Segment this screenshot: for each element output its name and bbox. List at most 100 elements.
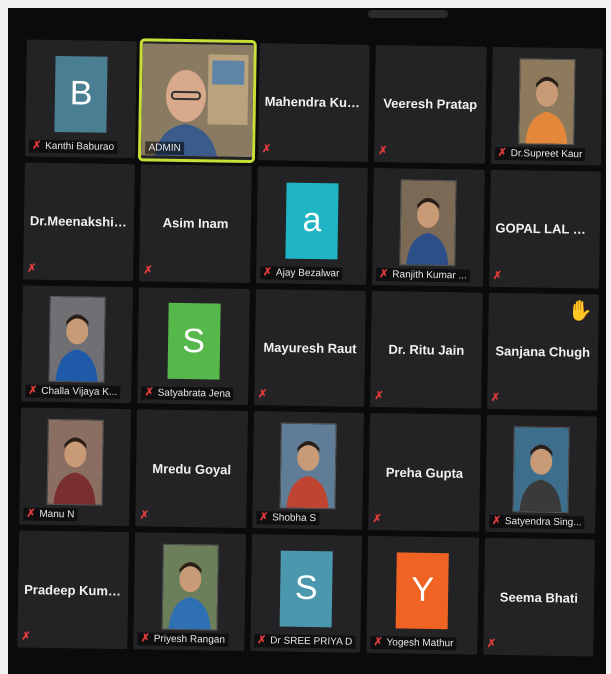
participant-tile[interactable]: Veeresh Pratap ✗	[374, 44, 487, 164]
participant-tile[interactable]: Pradeep Kumar... ✗	[17, 530, 130, 650]
participant-tile[interactable]: ✗ Ranjith Kumar ...	[372, 167, 485, 287]
mic-muted-icon: ✗	[262, 265, 273, 278]
participant-name: Dr.Meenakshi M...	[29, 213, 135, 230]
participant-name: Veeresh Pratap	[383, 96, 478, 113]
participant-name: Mahendra Kum...	[264, 94, 370, 111]
mic-muted-icon: ✗	[140, 632, 151, 645]
mic-muted-icon: ✗	[144, 386, 154, 399]
mic-muted-icon: ✗	[32, 139, 42, 152]
mic-muted-icon: ✗	[26, 507, 36, 520]
profile-photo	[518, 57, 576, 145]
participant-name: Mredu Goyal	[152, 460, 232, 478]
mic-muted-icon: ✗	[259, 511, 269, 524]
profile-photo	[161, 543, 219, 631]
participant-tile[interactable]: B ✗ Kanthi Baburao	[24, 39, 138, 159]
participant-gallery: B ✗ Kanthi Baburao ADMIN Mahendra Kum... ✗ Vee…	[17, 38, 603, 657]
mic-muted-icon: ✗	[490, 392, 501, 405]
profile-photo	[48, 296, 106, 384]
name-label: ✗ Satyabrata Jena	[141, 386, 234, 402]
participant-tile[interactable]: a ✗ Ajay Bezalwar	[255, 165, 369, 285]
participant-tile[interactable]: Sanjana Chugh ✗ ✋	[486, 292, 599, 411]
participant-tile[interactable]: Mahendra Kum... ✗	[257, 43, 370, 162]
mic-muted-icon: ✗	[492, 269, 503, 282]
participant-tile[interactable]: ✗ Satyendra Sing...	[484, 415, 597, 534]
participant-tile[interactable]: Dr. Ritu Jain ✗	[370, 290, 483, 410]
mic-muted-icon: ✗	[497, 146, 507, 159]
camera-notch	[368, 10, 448, 18]
participant-name: Preha Gupta	[385, 464, 464, 481]
participant-tile[interactable]: Mredu Goyal ✗	[135, 409, 248, 529]
name-label: ✗ Satyendra Sing...	[488, 515, 585, 530]
participant-name: GOPAL LAL VYAS	[495, 220, 601, 238]
name-label: ✗ Challa Vijaya K...	[25, 384, 121, 400]
participant-tile[interactable]: Dr.Meenakshi M... ✗	[23, 162, 136, 281]
mic-muted-icon: ✗	[373, 636, 383, 649]
avatar-initial: a	[285, 182, 339, 259]
mic-muted-icon: ✗	[379, 267, 389, 280]
mic-muted-icon: ✗	[491, 515, 502, 528]
mic-muted-icon: ✗	[257, 388, 268, 401]
name-label: ✗ Shobha S	[256, 511, 320, 526]
participant-tile[interactable]: Y ✗ Yogesh Mathur	[366, 536, 479, 655]
name-label: ✗ Manu N	[23, 507, 78, 522]
mic-muted-icon: ✗	[378, 144, 388, 157]
raised-hand-icon: ✋	[567, 299, 593, 323]
name-label: ✗ Priyesh Rangan	[137, 632, 229, 647]
participant-name: Ajay Bezalwar	[275, 267, 340, 280]
participant-name: Pradeep Kumar...	[24, 581, 129, 599]
mic-muted-icon: ✗	[372, 513, 382, 526]
participant-tile[interactable]: GOPAL LAL VYAS ✗	[488, 169, 601, 289]
participant-name: Dr. Ritu Jain	[388, 341, 465, 358]
participant-name: Satyabrata Jena	[157, 388, 231, 401]
meeting-screen: B ✗ Kanthi Baburao ADMIN Mahendra Kum... ✗ Vee…	[8, 8, 606, 674]
participant-name: Seema Bhati	[499, 589, 579, 606]
participant-tile[interactable]: ✗ Priyesh Rangan	[133, 532, 246, 652]
name-label: ✗ Ranjith Kumar ...	[376, 267, 470, 283]
mic-muted-icon: ✗	[139, 509, 150, 522]
participant-tile[interactable]: ✗ Shobha S	[251, 411, 365, 531]
participant-name: Mayuresh Raut	[263, 339, 357, 357]
participant-name: Dr SREE PRIYA D	[270, 635, 353, 648]
participant-tile[interactable]: S ✗ Satyabrata Jena	[137, 286, 250, 406]
participant-name: Manu N	[39, 508, 75, 521]
profile-photo	[399, 178, 458, 266]
participant-name: Challa Vijaya K...	[41, 386, 118, 399]
avatar-initial: S	[279, 550, 333, 628]
avatar-initial: Y	[395, 552, 450, 630]
participant-tile[interactable]: Mayuresh Raut ✗	[253, 288, 367, 408]
participant-name: Ranjith Kumar ...	[392, 268, 467, 282]
mic-muted-icon: ✗	[143, 263, 153, 277]
mic-muted-icon: ✗	[374, 390, 384, 403]
participant-name: Dr.Supreet Kaur	[510, 147, 583, 161]
participant-name: Asim Inam	[162, 215, 229, 232]
mic-muted-icon: ✗	[21, 630, 31, 643]
participant-tile[interactable]: ✗ Manu N	[19, 407, 132, 527]
profile-photo	[512, 426, 570, 514]
mic-muted-icon: ✗	[261, 143, 272, 156]
participant-name: Priyesh Rangan	[153, 633, 226, 646]
mic-muted-icon: ✗	[27, 262, 37, 275]
participant-tile[interactable]: Seema Bhati ✗	[482, 537, 596, 657]
participant-tile[interactable]: S ✗ Dr SREE PRIYA D	[250, 534, 363, 653]
participant-name: Satyendra Sing...	[504, 516, 582, 529]
name-label: ✗ Dr.Supreet Kaur	[494, 146, 586, 162]
name-label: ✗ Yogesh Mathur	[370, 635, 457, 651]
participant-name: Kanthi Baburao	[45, 140, 115, 153]
participant-tile[interactable]: ADMIN	[138, 38, 257, 163]
participant-tile[interactable]: Preha Gupta ✗	[368, 413, 481, 532]
avatar-initial: S	[167, 303, 221, 380]
name-label: ✗ Kanthi Baburao	[29, 139, 118, 154]
participant-name: ADMIN	[148, 142, 181, 154]
participant-name: Shobha S	[272, 512, 317, 525]
name-label: ADMIN	[145, 141, 184, 155]
name-label: ✗ Ajay Bezalwar	[259, 265, 343, 281]
mic-muted-icon: ✗	[486, 637, 497, 650]
mic-muted-icon: ✗	[28, 384, 38, 398]
mic-muted-icon: ✗	[257, 634, 267, 647]
profile-photo	[279, 422, 337, 510]
participant-tile[interactable]: ✗ Dr.Supreet Kaur	[490, 46, 603, 166]
participant-tile[interactable]: Asim Inam ✗	[139, 164, 252, 283]
participant-tile[interactable]: ✗ Challa Vijaya K...	[21, 285, 134, 404]
avatar-initial: B	[54, 55, 108, 133]
name-label: ✗ Dr SREE PRIYA D	[254, 634, 356, 649]
